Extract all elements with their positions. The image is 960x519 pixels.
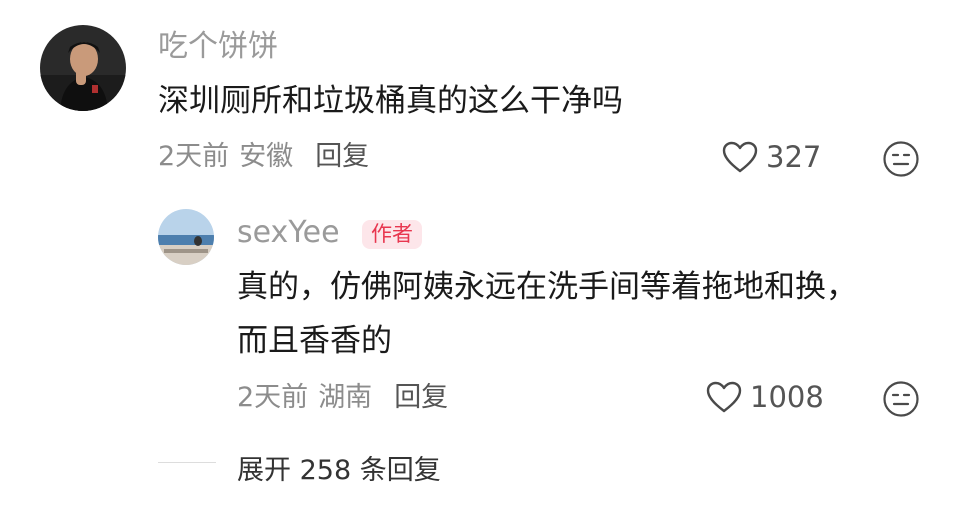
reply-text-line1: 真的，仿佛阿姨永远在洗手间等着拖地和换， <box>237 269 857 305</box>
reply-text-line2: 而且香香的 <box>237 323 392 359</box>
comment-time: 2天前 <box>158 141 230 172</box>
comment-like-button[interactable]: 327 <box>722 140 821 174</box>
reply-reply-button[interactable]: 回复 <box>394 382 448 413</box>
reply-meta: 2天前 湖南 回复 <box>237 384 448 411</box>
expand-replies-button[interactable]: 展开 258 条回复 <box>237 448 441 487</box>
reply-location: 湖南 <box>318 382 373 413</box>
reply-time: 2天前 <box>237 382 309 413</box>
neutral-face-icon[interactable] <box>882 140 920 178</box>
expand-divider <box>158 462 216 463</box>
comment-meta: 2天前 安徽 回复 <box>158 143 369 170</box>
reply-like-count: 1008 <box>750 380 824 414</box>
author-badge: 作者 <box>362 220 422 249</box>
reply-like-button[interactable]: 1008 <box>706 380 824 414</box>
reply-author-name[interactable]: sexYee <box>237 218 340 248</box>
neutral-face-icon[interactable] <box>882 380 920 418</box>
comment-text: 深圳厕所和垃圾桶真的这么干净吗 <box>158 83 623 119</box>
reply-author-avatar[interactable] <box>158 209 214 265</box>
heart-icon <box>722 141 758 173</box>
comment-reply-button[interactable]: 回复 <box>315 141 369 172</box>
commenter-avatar[interactable] <box>40 25 126 111</box>
comment-location: 安徽 <box>239 141 294 172</box>
comment-like-count: 327 <box>766 140 822 174</box>
commenter-name[interactable]: 吃个饼饼 <box>158 32 278 62</box>
heart-icon <box>706 381 742 413</box>
